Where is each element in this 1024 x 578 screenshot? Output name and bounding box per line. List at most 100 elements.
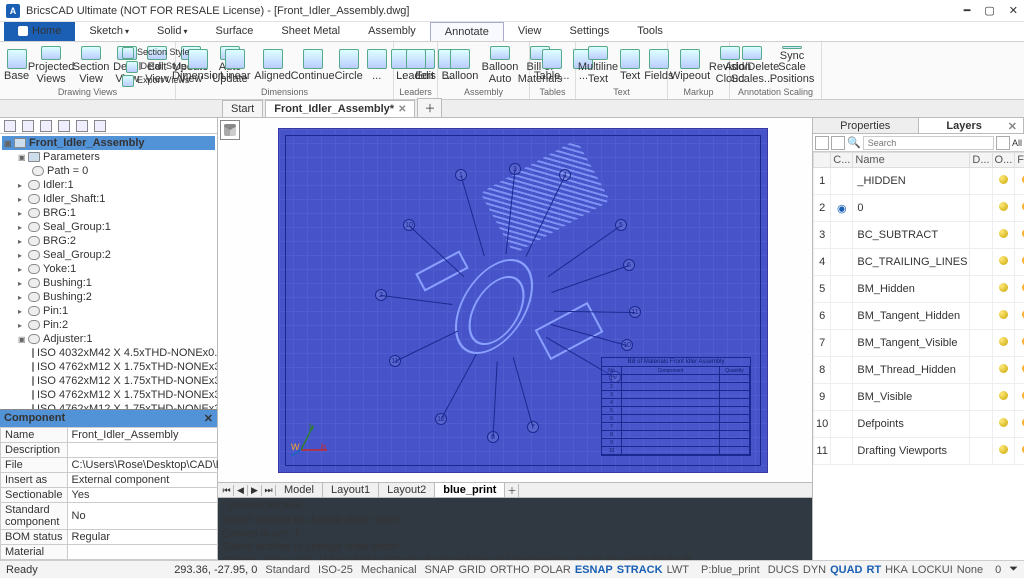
status-toggle[interactable]: LWT — [667, 564, 689, 576]
assembly-tree[interactable]: ▣Front_Idler_Assembly ▣Parameters Path =… — [0, 134, 217, 409]
close-button[interactable]: ✕ — [1009, 4, 1018, 17]
tab-sketch[interactable]: Sketch▾ — [75, 22, 143, 41]
tree-item[interactable]: ▸Pin:2 — [2, 318, 215, 332]
layer-row[interactable]: 9BM_Visible White — [814, 384, 1024, 411]
tree-item[interactable]: ▸Bushing:1 — [2, 276, 215, 290]
ribbon-button-small[interactable]: Section Style — [122, 46, 190, 60]
tab-surface[interactable]: Surface — [201, 22, 267, 41]
tree-item[interactable]: ISO 4762xM12 X 1.75xTHD-NONEx30:1 — [2, 360, 215, 374]
command-line[interactable]: : DRAWORDER Select entities to change dr… — [218, 498, 812, 560]
tree-item[interactable]: ▸Bushing:2 — [2, 290, 215, 304]
tree-item[interactable]: ▸Pin:1 — [2, 304, 215, 318]
ribbon-button[interactable]: Sync Scale Positions — [774, 46, 810, 86]
tree-item[interactable]: ISO 4032xM42 X 4.5xTHD-NONEx0.1 — [2, 346, 215, 360]
layer-row[interactable]: 10Defpoints White — [814, 411, 1024, 438]
status-toggle[interactable]: ORTHO — [490, 564, 530, 576]
tree-item[interactable]: ▣Adjuster:1 — [2, 332, 215, 346]
ribbon-button[interactable]: Leaders — [398, 46, 434, 86]
ribbon-button-small[interactable]: Export Views — [122, 74, 190, 88]
status-toggle[interactable]: QUAD — [830, 564, 862, 576]
tree-item[interactable]: ▸Idler_Shaft:1 — [2, 192, 215, 206]
doc-tab-start[interactable]: Start — [222, 100, 263, 117]
doc-tab-add[interactable]: ＋ — [417, 98, 442, 117]
tab-home[interactable]: Home — [4, 22, 75, 41]
tree-root[interactable]: Front_Idler_Assembly — [29, 137, 145, 149]
tree-tool-icon[interactable] — [22, 120, 34, 132]
ribbon-button[interactable]: Balloon Auto — [482, 46, 518, 86]
close-icon[interactable]: ✕ — [398, 104, 406, 115]
ribbon-button[interactable]: Text — [620, 46, 640, 86]
layer-row[interactable]: 11Drafting Viewports White — [814, 438, 1024, 465]
layout-tab[interactable]: Layout2 — [379, 483, 435, 497]
layer-row[interactable]: 7BM_Tangent_Visible White — [814, 330, 1024, 357]
tree-tool-icon[interactable] — [40, 120, 52, 132]
tree-item[interactable]: ISO 4762xM12 X 1.75xTHD-NONEx30:4 — [2, 402, 215, 409]
tree-tool-icon[interactable] — [76, 120, 88, 132]
tab-view[interactable]: View — [504, 22, 556, 41]
layer-search-input[interactable] — [863, 136, 994, 150]
tab-solid[interactable]: Solid▾ — [143, 22, 201, 41]
status-toggle[interactable]: GRID — [459, 564, 487, 576]
layer-row[interactable]: 4BC_TRAILING_LINES White — [814, 249, 1024, 276]
ribbon-button[interactable]: Linear — [220, 46, 251, 86]
layout-tab-blueprint[interactable]: blue_print — [435, 483, 505, 497]
layer-filter-icon[interactable] — [831, 136, 845, 150]
layer-row[interactable]: 6BM_Tangent_Hidden White — [814, 303, 1024, 330]
tab-nav-last[interactable]: ⏭ — [262, 485, 276, 496]
tree-item[interactable]: ▸Yoke:1 — [2, 262, 215, 276]
layer-filter-icon[interactable] — [996, 136, 1010, 150]
ribbon-button[interactable]: ... — [367, 46, 387, 86]
ribbon-button[interactable]: Base — [4, 46, 29, 86]
tree-tool-icon[interactable] — [58, 120, 70, 132]
tree-item[interactable]: ▸Idler:1 — [2, 178, 215, 192]
tree-tool-icon[interactable] — [94, 120, 106, 132]
tree-item[interactable]: Parameters — [43, 151, 100, 163]
ribbon-button[interactable]: Add/Delete Scales... — [734, 46, 770, 86]
tab-tools[interactable]: Tools — [623, 22, 677, 41]
tree-tool-icon[interactable] — [4, 120, 16, 132]
status-toggle[interactable]: RT — [867, 564, 882, 576]
layout-tab-model[interactable]: Model — [276, 483, 323, 497]
panel-tab-properties[interactable]: Properties — [813, 118, 919, 133]
layer-row[interactable]: 2◉0 White — [814, 195, 1024, 222]
ribbon-button[interactable]: Aligned — [255, 46, 291, 86]
panel-tab-layers[interactable]: Layers✕ — [919, 118, 1024, 133]
tab-nav-next[interactable]: ▶ — [248, 485, 262, 496]
ribbon-button[interactable]: Section View — [73, 46, 109, 86]
layer-row[interactable]: 1_HIDDEN White — [814, 168, 1024, 195]
tree-item[interactable]: ▸Seal_Group:1 — [2, 220, 215, 234]
tab-nav-prev[interactable]: ◀ — [234, 485, 248, 496]
status-toggle[interactable]: SNAP — [425, 564, 455, 576]
ribbon-button[interactable]: Table... — [534, 46, 569, 86]
layer-table[interactable]: C... Name D... O... Fr... Lo... Color 1_… — [813, 152, 1024, 560]
layer-row[interactable]: 8BM_Thread_Hidden White — [814, 357, 1024, 384]
layer-row[interactable]: 5BM_Hidden White — [814, 276, 1024, 303]
tree-item[interactable]: ISO 4762xM12 X 1.75xTHD-NONEx30:2 — [2, 374, 215, 388]
minimize-button[interactable]: ━ — [964, 4, 971, 17]
maximize-button[interactable]: ▢ — [984, 4, 994, 17]
ribbon-button[interactable]: Projected Views — [33, 46, 69, 86]
tab-annotate[interactable]: Annotate — [430, 22, 504, 41]
status-toggle[interactable]: STRACK — [617, 564, 663, 576]
tab-settings[interactable]: Settings — [556, 22, 624, 41]
ribbon-button[interactable]: Wipeout — [672, 46, 708, 86]
ribbon-button[interactable]: Continue — [295, 46, 331, 86]
status-toggle[interactable]: HKA — [885, 564, 908, 576]
tab-assembly[interactable]: Assembly — [354, 22, 430, 41]
tab-nav-first[interactable]: ⏮ — [220, 485, 234, 496]
layout-tab-add[interactable]: ＋ — [505, 484, 519, 497]
ribbon-button[interactable]: Balloon — [442, 46, 478, 86]
status-toggle[interactable]: DUCS — [768, 564, 799, 576]
panel-close-icon[interactable]: ✕ — [204, 412, 213, 425]
doc-tab-active[interactable]: Front_Idler_Assembly*✕ — [265, 100, 415, 117]
layout-tab[interactable]: Layout1 — [323, 483, 379, 497]
status-toggle[interactable]: LOCKUI — [912, 564, 953, 576]
bom-table[interactable]: Bill of Materials Front Idler Assembly N… — [601, 357, 751, 456]
tree-item[interactable]: ▸Seal_Group:2 — [2, 248, 215, 262]
ribbon-button-small[interactable]: Detail Style — [122, 60, 190, 74]
tree-item[interactable]: ISO 4762xM12 X 1.75xTHD-NONEx30:3 — [2, 388, 215, 402]
tree-item[interactable]: Path = 0 — [47, 165, 88, 177]
close-icon[interactable]: ✕ — [1008, 120, 1017, 133]
layer-row[interactable]: 3BC_SUBTRACT Red — [814, 222, 1024, 249]
ribbon-button[interactable]: Circle — [335, 46, 363, 86]
